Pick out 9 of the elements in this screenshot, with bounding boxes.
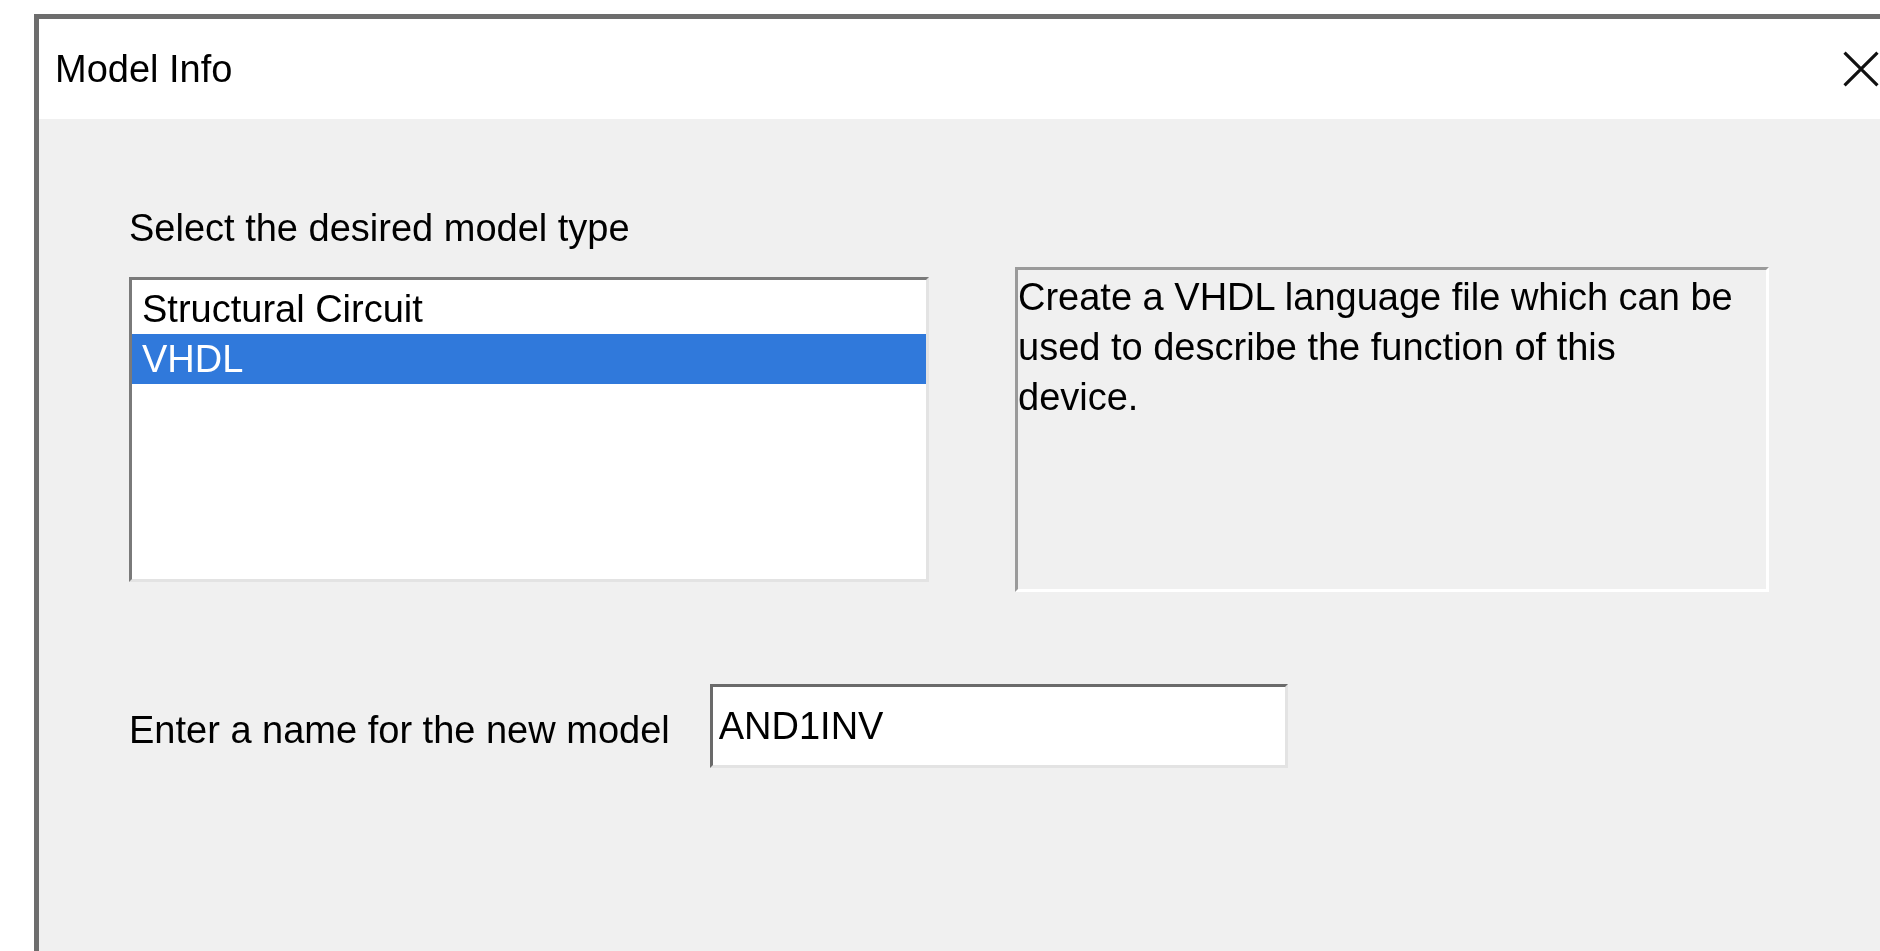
name-label: Enter a name for the new model — [129, 708, 670, 752]
list-item[interactable]: Structural Circuit — [132, 284, 926, 334]
description-text: Create a VHDL language file which can be used to describe the function of this device. — [1015, 267, 1769, 592]
list-item[interactable]: VHDL — [132, 334, 926, 384]
model-type-list[interactable]: Structural Circuit VHDL — [129, 277, 929, 582]
close-icon[interactable] — [1842, 50, 1880, 88]
window-title: Model Info — [55, 47, 233, 91]
name-input[interactable]: AND1INV — [709, 684, 1288, 768]
prompt-label: Select the desired model type — [129, 207, 631, 251]
